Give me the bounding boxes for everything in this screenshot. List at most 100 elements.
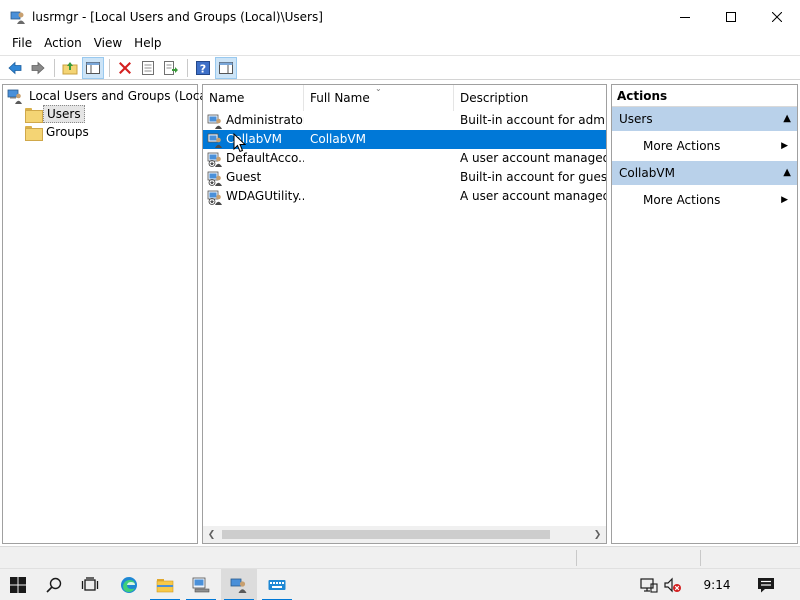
chevron-left-icon: ❮ <box>207 529 216 540</box>
export-list-button[interactable] <box>160 57 182 79</box>
scroll-track[interactable] <box>220 526 589 543</box>
search-icon <box>46 577 62 593</box>
user-full-name <box>304 187 454 206</box>
horizontal-scrollbar[interactable]: ❮ ❯ <box>203 526 606 543</box>
taskbar-clock[interactable]: 9:14 AM <box>693 569 741 600</box>
toolbar-separator <box>54 58 55 77</box>
user-full-name <box>304 111 454 130</box>
toolbar-separator <box>187 58 188 77</box>
actions-pane: Actions Users ▲ More Actions ▶ CollabVM … <box>611 84 798 544</box>
scroll-thumb[interactable] <box>222 530 550 539</box>
start-icon <box>10 577 26 593</box>
edge-button[interactable] <box>111 569 147 600</box>
notifications-button[interactable] <box>757 569 775 600</box>
folder-icon <box>25 125 43 141</box>
more-actions-label: More Actions <box>643 193 721 207</box>
user-name: WDAGUtility... <box>226 189 304 203</box>
delete-button[interactable] <box>114 57 136 79</box>
user-description <box>454 130 606 149</box>
tree-item-users-label: Users <box>43 105 85 123</box>
help-icon: ? <box>196 60 210 75</box>
list-row-collabvm[interactable]: CollabVM CollabVM <box>203 130 606 149</box>
show-hide-tree-icon <box>86 61 100 74</box>
list-row-wdagutility[interactable]: WDAGUtility... A user account managed ar <box>203 187 606 206</box>
close-button[interactable] <box>754 0 800 33</box>
delete-icon <box>119 61 131 74</box>
volume-muted-icon <box>664 577 681 593</box>
on-screen-keyboard-button[interactable] <box>259 569 295 600</box>
actions-section-collabvm[interactable]: CollabVM ▲ <box>612 161 797 185</box>
mouse-cursor-icon <box>233 133 247 153</box>
more-actions-collabvm[interactable]: More Actions ▶ <box>612 185 797 215</box>
actions-section-title: CollabVM <box>619 166 675 180</box>
submenu-arrow-icon: ▶ <box>781 141 788 151</box>
taskbar: 9:14 AM <box>0 568 800 600</box>
tree-item-groups[interactable]: Groups <box>25 123 92 141</box>
show-hide-action-pane-button[interactable] <box>215 56 237 79</box>
collapse-up-icon[interactable]: ▲ <box>783 161 791 185</box>
keyboard-icon <box>268 580 286 590</box>
collapse-up-icon[interactable]: ▲ <box>783 107 791 131</box>
menu-action[interactable]: Action <box>38 33 88 53</box>
more-actions-label: More Actions <box>643 139 721 153</box>
file-explorer-button[interactable] <box>147 569 183 600</box>
back-button[interactable] <box>4 57 26 79</box>
network-status-button[interactable] <box>640 569 658 600</box>
minimize-icon <box>680 16 690 18</box>
column-header-description[interactable]: Description <box>454 85 606 111</box>
properties-button[interactable] <box>137 57 159 79</box>
forward-button[interactable] <box>27 57 49 79</box>
up-one-level-button[interactable] <box>59 57 81 79</box>
computer-management-icon <box>192 577 210 593</box>
close-icon <box>772 11 782 22</box>
tree-item-root[interactable]: Local Users and Groups (Local) <box>7 87 218 105</box>
scroll-left-button[interactable]: ❮ <box>203 526 220 543</box>
menu-view[interactable]: View <box>88 33 128 53</box>
status-bar <box>0 546 800 568</box>
minimize-button[interactable] <box>662 0 708 33</box>
user-description: Built-in account for adminis <box>460 113 606 127</box>
users-groups-icon <box>7 88 23 104</box>
user-full-name: CollabVM <box>310 132 366 146</box>
actions-section-users[interactable]: Users ▲ <box>612 107 797 131</box>
back-icon <box>8 61 22 74</box>
tree-item-users[interactable]: Users <box>25 105 85 123</box>
more-actions-users[interactable]: More Actions ▶ <box>612 131 797 161</box>
column-header-name[interactable]: Name <box>203 85 304 111</box>
svg-text:?: ? <box>200 62 206 75</box>
maximize-button[interactable] <box>708 0 754 33</box>
list-header: Name Full Name Description <box>203 85 606 111</box>
computer-management-button[interactable] <box>183 569 219 600</box>
submenu-arrow-icon: ▶ <box>781 195 788 205</box>
folder-icon <box>25 107 43 123</box>
start-button[interactable] <box>0 569 36 600</box>
task-view-button[interactable] <box>72 569 108 600</box>
up-folder-icon <box>62 61 78 74</box>
scroll-right-button[interactable]: ❯ <box>589 526 606 543</box>
user-description: Built-in account for guest ac <box>460 170 606 184</box>
status-separator <box>576 550 577 566</box>
chevron-right-icon: ❯ <box>593 529 602 540</box>
list-row-defaultaccount[interactable]: DefaultAcco... A user account managed by <box>203 149 606 168</box>
lusrmgr-icon <box>230 578 247 593</box>
list-row-administrator[interactable]: Administrator Built-in account for admin… <box>203 111 606 130</box>
user-description: A user account managed by <box>460 151 606 165</box>
list-row-guest[interactable]: Guest Built-in account for guest ac <box>203 168 606 187</box>
menu-file[interactable]: File <box>6 33 38 53</box>
actions-header: Actions <box>612 85 797 107</box>
help-button[interactable]: ? <box>192 57 214 79</box>
user-name: Guest <box>226 170 262 184</box>
properties-icon <box>142 60 154 75</box>
menu-bar: File Action View Help <box>0 33 800 53</box>
menu-help[interactable]: Help <box>128 33 167 53</box>
lusrmgr-taskbar-button[interactable] <box>221 569 257 600</box>
show-hide-console-tree-button[interactable] <box>82 56 104 79</box>
window-title: lusrmgr - [Local Users and Groups (Local… <box>32 9 323 24</box>
user-account-icon <box>207 132 223 148</box>
network-icon <box>640 578 658 593</box>
search-button[interactable] <box>36 569 72 600</box>
toolbar: ? <box>0 55 800 80</box>
volume-button[interactable] <box>664 569 682 600</box>
results-list: Name Full Name Description ⌄ Administrat… <box>202 84 607 544</box>
user-description: A user account managed ar <box>460 189 606 203</box>
